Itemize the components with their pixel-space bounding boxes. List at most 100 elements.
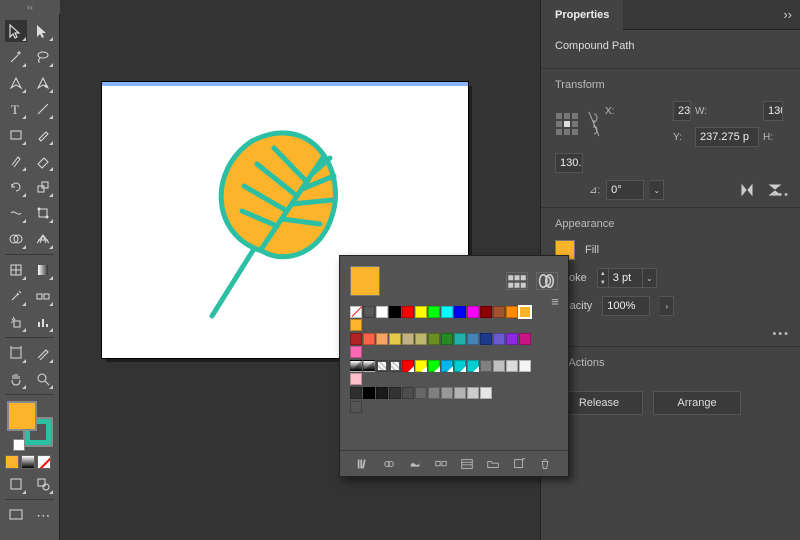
swatch-cell[interactable]: [454, 360, 466, 372]
stroke-weight-stepper[interactable]: ▲▼ 3 pt ⌄: [597, 268, 657, 288]
eyedropper-tool[interactable]: [5, 285, 27, 307]
swatch-cell[interactable]: [363, 360, 375, 372]
artboard-tool[interactable]: [5, 342, 27, 364]
swatch-cell[interactable]: [402, 387, 414, 399]
opacity-input[interactable]: 100%: [602, 296, 650, 316]
slice-tool[interactable]: [33, 342, 55, 364]
draw-behind[interactable]: [33, 473, 55, 495]
shape-builder-tool[interactable]: [5, 228, 27, 250]
transform-more-options[interactable]: •••: [772, 189, 790, 201]
swatch-cell[interactable]: [519, 306, 531, 318]
h-input[interactable]: 130.541 p: [555, 153, 583, 173]
direct-selection-tool[interactable]: [33, 20, 55, 42]
zoom-tool[interactable]: [33, 368, 55, 390]
swatch-cell[interactable]: [428, 306, 440, 318]
new-folder-icon[interactable]: [485, 456, 501, 472]
eraser-tool[interactable]: [33, 150, 55, 172]
swatch-details-icon[interactable]: [459, 456, 475, 472]
swatch-cell[interactable]: [506, 333, 518, 345]
swatch-cell[interactable]: [519, 333, 531, 345]
y-input[interactable]: 237.275 p: [695, 127, 759, 147]
swatch-cell[interactable]: [376, 333, 388, 345]
arrange-button[interactable]: Arrange: [653, 391, 741, 415]
column-graph-tool[interactable]: [33, 311, 55, 333]
swatch-cell[interactable]: [350, 387, 362, 399]
perspective-grid-tool[interactable]: [33, 228, 55, 250]
swatch-cell[interactable]: [467, 360, 479, 372]
swatch-cell[interactable]: [389, 360, 401, 372]
swatch-cell[interactable]: [493, 306, 505, 318]
swatch-cell[interactable]: [519, 360, 531, 372]
paintbrush-tool[interactable]: [33, 124, 55, 146]
swatch-cell[interactable]: [454, 333, 466, 345]
pen-tool[interactable]: [5, 72, 27, 94]
mesh-tool[interactable]: [5, 259, 27, 281]
width-tool[interactable]: [5, 202, 27, 224]
swatch-cell[interactable]: [441, 306, 453, 318]
swatch-cell[interactable]: [363, 306, 375, 318]
swatch-cell[interactable]: [415, 387, 427, 399]
screen-mode[interactable]: [5, 504, 27, 526]
swatch-cell[interactable]: [506, 360, 518, 372]
swatch-cell[interactable]: [415, 306, 427, 318]
none-mode[interactable]: [37, 455, 51, 469]
edit-toolbar[interactable]: ⋯: [33, 504, 55, 526]
line-tool[interactable]: [33, 98, 55, 120]
swatch-cell[interactable]: [402, 360, 414, 372]
swatch-cell[interactable]: [376, 306, 388, 318]
swatch-current-fill[interactable]: [350, 266, 380, 296]
x-input[interactable]: 235.725 p: [673, 101, 691, 121]
delete-swatch-icon[interactable]: [537, 456, 553, 472]
w-input[interactable]: 130.541 p: [763, 101, 783, 121]
swatch-cell[interactable]: [441, 387, 453, 399]
swatch-cell[interactable]: [428, 360, 440, 372]
flip-horizontal-icon[interactable]: [736, 179, 758, 201]
symbol-sprayer-tool[interactable]: [5, 311, 27, 333]
swatch-cell[interactable]: [350, 346, 362, 358]
swatch-kind-menu-icon[interactable]: [381, 456, 397, 472]
swatch-cell[interactable]: [428, 387, 440, 399]
swatch-cell[interactable]: [350, 319, 362, 331]
swatch-cell[interactable]: [350, 373, 362, 385]
reference-point-selector[interactable]: [555, 112, 579, 136]
swatch-cell[interactable]: [350, 333, 362, 345]
rectangle-tool[interactable]: [5, 124, 27, 146]
appearance-more-options[interactable]: •••: [772, 328, 790, 340]
free-transform-tool[interactable]: [33, 202, 55, 224]
new-swatch-icon[interactable]: [511, 456, 527, 472]
hand-tool[interactable]: [5, 368, 27, 390]
default-fill-stroke[interactable]: [13, 439, 25, 451]
swatch-cell[interactable]: [428, 333, 440, 345]
properties-tab[interactable]: Properties: [541, 0, 623, 30]
panel-collapse-handle[interactable]: ‹‹: [0, 0, 60, 14]
swatch-cell[interactable]: [480, 387, 492, 399]
curvature-tool[interactable]: [33, 72, 55, 94]
draw-normal[interactable]: [5, 473, 27, 495]
swatch-cell[interactable]: [376, 360, 388, 372]
color-mode[interactable]: [5, 455, 19, 469]
leaf-artwork[interactable]: [162, 116, 362, 336]
opacity-dropdown[interactable]: ›: [660, 296, 674, 316]
swatch-cell[interactable]: [493, 333, 505, 345]
swatch-cell[interactable]: [480, 360, 492, 372]
expand-panel-icon[interactable]: ››: [783, 7, 792, 22]
swatch-cell[interactable]: [350, 360, 362, 372]
lasso-tool[interactable]: [33, 46, 55, 68]
gradient-mode[interactable]: [21, 455, 35, 469]
swatch-cell[interactable]: [415, 360, 427, 372]
rotate-tool[interactable]: [5, 176, 27, 198]
fill-swatch[interactable]: [7, 401, 37, 431]
swatch-cell[interactable]: [480, 333, 492, 345]
swatch-cell[interactable]: [389, 306, 401, 318]
swatch-cell[interactable]: [363, 387, 375, 399]
swatch-cell[interactable]: [402, 306, 414, 318]
new-color-group-icon[interactable]: [433, 456, 449, 472]
swatch-cell[interactable]: [402, 333, 414, 345]
angle-dropdown[interactable]: ⌄: [650, 180, 664, 200]
swatch-cell[interactable]: [350, 306, 362, 318]
swatch-cell[interactable]: [376, 387, 388, 399]
swatch-panel-menu-icon[interactable]: ≡: [548, 294, 562, 308]
swatch-libraries-icon[interactable]: [536, 272, 558, 290]
swatch-cell[interactable]: [389, 387, 401, 399]
link-wh-icon[interactable]: [587, 110, 601, 138]
